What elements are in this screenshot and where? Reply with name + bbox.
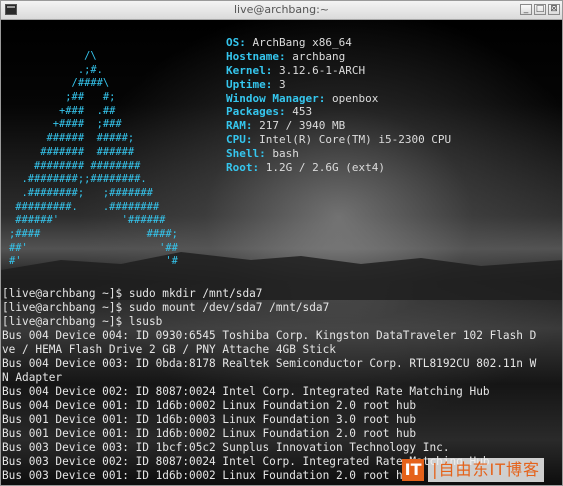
terminal-line: Bus 004 Device 003: ID 0bda:8178 Realtek… — [2, 357, 537, 370]
title-bar[interactable]: live@archbang:~ _ □ ⊠ — [1, 1, 562, 20]
minimize-button[interactable]: _ — [520, 4, 532, 15]
sysinfo-key: RAM: — [226, 119, 253, 133]
window-title: live@archbang:~ — [233, 3, 330, 16]
system-info: OS: ArchBang x86_64 Hostname: archbang Ker… — [226, 36, 451, 175]
ascii-art-line: ;## #; — [9, 91, 116, 104]
terminal-line: Bus 004 Device 004: ID 0930:6545 Toshiba… — [2, 329, 537, 342]
terminal-output: [live@archbang ~]$ sudo mkdir /mnt/sda7[… — [2, 287, 562, 483]
sysinfo-value: ArchBang x86_64 — [252, 36, 352, 49]
terminal-area[interactable]: /\ .;#. /####\ ;## #; +### .## +#### ;##… — [1, 20, 562, 485]
ascii-art-line: +#### ;### — [9, 118, 122, 131]
ascii-art-line: ##' '## — [9, 241, 178, 254]
sysinfo-row: CPU: Intel(R) Core(TM) i5-2300 CPU — [226, 133, 451, 147]
sysinfo-key: CPU: — [226, 133, 253, 147]
ascii-art-line: /####\ — [9, 77, 110, 90]
sysinfo-key: Root: — [226, 161, 260, 175]
ascii-art-line: #########. .######## — [9, 200, 160, 213]
site-watermark: IT |自由东IT博客 — [402, 457, 544, 483]
close-button[interactable]: ⊠ — [548, 4, 560, 15]
ascii-art-line: +### .## — [9, 104, 116, 117]
terminal-line: Bus 001 Device 001: ID 1d6b:0003 Linux F… — [2, 413, 417, 426]
sysinfo-value: 453 — [292, 105, 313, 119]
terminal-window: live@archbang:~ _ □ ⊠ /\ .;#. /####\ ;##… — [0, 0, 563, 486]
terminal-line: ve / HEMA Flash Drive 2 GB / PNY Attache… — [2, 343, 336, 356]
archbang-logo-art: /\ .;#. /####\ ;## #; +### .## +#### ;##… — [9, 50, 178, 269]
sysinfo-key: Shell: — [226, 147, 266, 161]
sysinfo-row: Root: 1.2G / 2.6G (ext4) — [226, 161, 451, 175]
terminal-line: Bus 003 Device 003: ID 1bcf:05c2 Sunplus… — [2, 441, 450, 454]
ascii-art-line: .########;;########. — [9, 173, 147, 186]
sysinfo-value: Intel(R) Core(TM) i5-2300 CPU — [259, 133, 452, 147]
sysinfo-row: Shell: bash — [226, 147, 451, 161]
ascii-art-line: ######## ######## — [9, 159, 141, 172]
sysinfo-key: Packages: — [226, 105, 286, 119]
ascii-art-line: ###### #####; — [9, 132, 135, 145]
terminal-line: Bus 001 Device 001: ID 1d6b:0002 Linux F… — [2, 427, 417, 440]
sysinfo-row: RAM: 217 / 3940 MB — [226, 119, 451, 133]
sysinfo-row: Packages: 453 — [226, 105, 451, 119]
sysinfo-key: Hostname: — [226, 49, 286, 63]
sysinfo-value: openbox — [331, 91, 379, 105]
sysinfo-value: bash — [272, 147, 299, 161]
terminal-line: [live@archbang ~]$ sudo mount /dev/sda7 … — [2, 301, 330, 314]
sysinfo-value: 1.2G / 2.6G (ext4) — [265, 161, 385, 175]
watermark-logo: IT — [402, 459, 425, 481]
sysinfo-value: 3.12.6-1-ARCH — [278, 63, 366, 77]
sysinfo-key: OS: — [226, 36, 246, 49]
sysinfo-row: OS: ArchBang x86_64 — [226, 36, 451, 50]
ascii-art-line: ####### ###### — [9, 145, 135, 158]
sysinfo-key: Window Manager: — [226, 91, 326, 105]
ascii-art-line: ;#### ####; — [9, 227, 178, 240]
ascii-art-line: #' '# — [9, 255, 178, 268]
sysinfo-row: Uptime: 3 — [226, 78, 451, 92]
ascii-art-line: ######' '###### — [9, 214, 166, 227]
sysinfo-row: Window Manager: openbox — [226, 92, 451, 106]
ascii-art-line: .;#. — [9, 63, 103, 76]
ascii-art-line: .########; ;####### — [9, 186, 153, 199]
terminal-line: [live@archbang ~]$ sudo mkdir /mnt/sda7 — [2, 287, 263, 300]
terminal-line: Bus 004 Device 002: ID 8087:0024 Intel C… — [2, 385, 490, 398]
terminal-line: Bus 004 Device 001: ID 1d6b:0002 Linux F… — [2, 399, 417, 412]
sysinfo-key: Uptime: — [226, 77, 273, 91]
terminal-line: N Adapter — [2, 371, 63, 384]
sysinfo-value: 217 / 3940 MB — [259, 119, 346, 133]
sysinfo-row: Hostname: archbang — [226, 50, 451, 64]
sysinfo-value: 3 — [278, 77, 286, 91]
watermark-text: |自由东IT博客 — [428, 458, 544, 482]
sysinfo-value: archbang — [292, 49, 346, 63]
sysinfo-row: Kernel: 3.12.6-1-ARCH — [226, 64, 451, 78]
ascii-art-line: /\ — [9, 50, 97, 62]
maximize-button[interactable]: □ — [534, 4, 546, 15]
sysinfo-key: Kernel: — [226, 63, 273, 77]
terminal-line: [live@archbang ~]$ lsusb — [2, 315, 163, 328]
